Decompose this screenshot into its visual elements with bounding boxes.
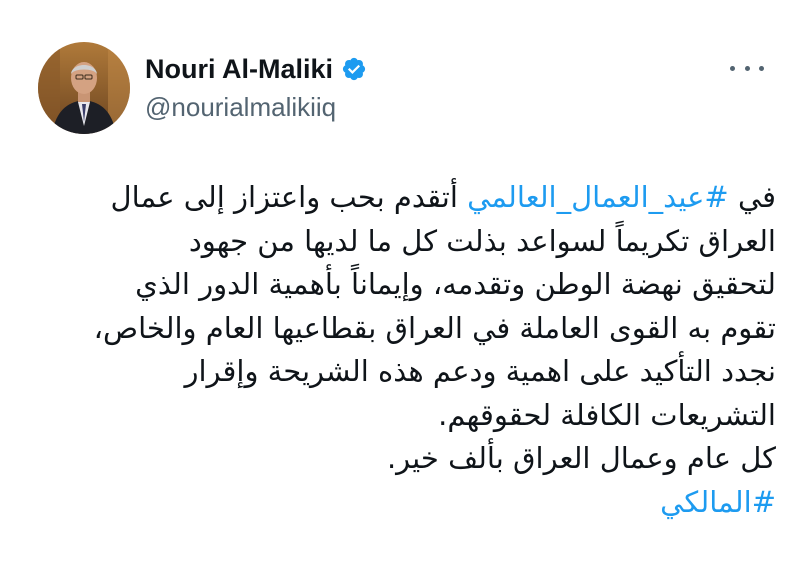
- tweet-line: تقوم به القوى العاملة في العراق بقطاعيها…: [93, 310, 776, 345]
- profile-photo-icon: [38, 42, 130, 134]
- name-row: Nouri Al-Maliki: [145, 50, 367, 88]
- more-horizontal-icon: [759, 65, 764, 71]
- display-name[interactable]: Nouri Al-Maliki: [145, 54, 333, 85]
- tweet-line: كل عام وعمال العراق بألف خير.: [386, 441, 776, 475]
- more-options-button[interactable]: [730, 56, 764, 80]
- avatar[interactable]: [38, 42, 130, 134]
- user-info: Nouri Al-Maliki @nourialmalikiiq: [145, 50, 367, 123]
- tweet-text-segment: في: [728, 180, 776, 214]
- tweet-card: Nouri Al-Maliki @nourialmalikiiq في #عيد…: [0, 0, 800, 562]
- tweet-line: العراق تكريماً لسواعد بذلت كل ما لديها م…: [188, 223, 776, 258]
- verified-badge-icon: [341, 56, 367, 82]
- tweet-line: التشريعات الكافلة لحقوقهم.: [438, 397, 776, 432]
- more-horizontal-icon: [730, 65, 735, 71]
- hashtag-link[interactable]: #المالكي: [56, 481, 776, 525]
- more-horizontal-icon: [744, 65, 750, 71]
- tweet-text-segment: أتقدم بحب واعتزاز إلى عمال: [110, 180, 468, 214]
- tweet-line: لتحقيق نهضة الوطن وتقدمه، وإيماناً بأهمي…: [135, 267, 776, 301]
- tweet-line: نجدد التأكيد على اهمية ودعم هذه الشريحة …: [184, 354, 776, 388]
- tweet-text: في #عيد_العمال_العالمي أتقدم بحب واعتزاز…: [56, 176, 776, 524]
- tweet-line: في #عيد_العمال_العالمي أتقدم بحب واعتزاز…: [56, 176, 776, 220]
- hashtag-link[interactable]: #عيد_العمال_العالمي: [467, 180, 729, 214]
- user-handle[interactable]: @nourialmalikiiq: [145, 92, 367, 123]
